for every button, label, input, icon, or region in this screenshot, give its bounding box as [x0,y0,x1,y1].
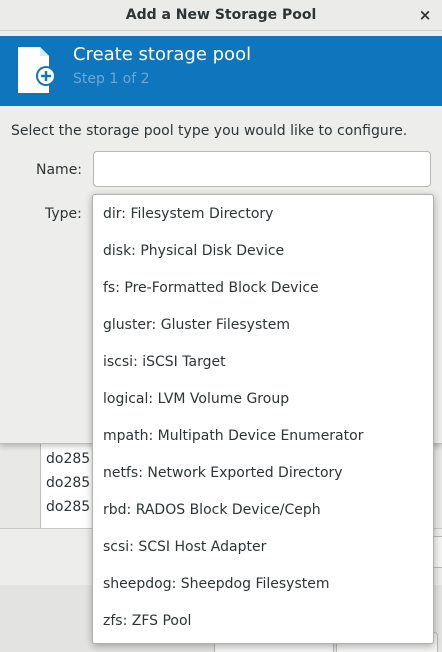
pool-type-option-sheepdog[interactable]: sheepdog: Sheepdog Filesystem [93,566,433,603]
wizard-title: Create storage pool [73,44,252,65]
dialog-title: Add a New Storage Pool [125,7,317,23]
dialog-titlebar: Add a New Storage Pool × [0,0,442,31]
pool-type-option-logical[interactable]: logical: LVM Volume Group [93,381,433,418]
name-input[interactable] [93,151,431,187]
pool-type-option-netfs[interactable]: netfs: Network Exported Directory [93,455,433,492]
wizard-header: Create storage pool Step 1 of 2 [0,36,442,106]
pool-type-option-zfs[interactable]: zfs: ZFS Pool [93,603,433,640]
pool-type-option-disk[interactable]: disk: Physical Disk Device [93,233,433,270]
pool-type-option-iscsi[interactable]: iscsi: iSCSI Target [93,344,433,381]
type-label: Type: [45,206,82,222]
pool-type-option-gluster[interactable]: gluster: Gluster Filesystem [93,307,433,344]
pool-type-dropdown: dir: Filesystem Directory disk: Physical… [92,194,434,644]
pool-type-option-scsi[interactable]: scsi: SCSI Host Adapter [93,529,433,566]
instruction-text: Select the storage pool type you would l… [11,123,408,139]
pool-type-option-fs[interactable]: fs: Pre-Formatted Block Device [93,270,433,307]
pool-type-option-dir[interactable]: dir: Filesystem Directory [93,196,433,233]
wizard-step: Step 1 of 2 [73,71,150,87]
name-label: Name: [36,162,83,178]
pool-type-option-rbd[interactable]: rbd: RADOS Block Device/Ceph [93,492,433,529]
pool-type-option-mpath[interactable]: mpath: Multipath Device Enumerator [93,418,433,455]
new-document-icon [18,47,56,93]
close-icon[interactable]: × [414,4,436,26]
